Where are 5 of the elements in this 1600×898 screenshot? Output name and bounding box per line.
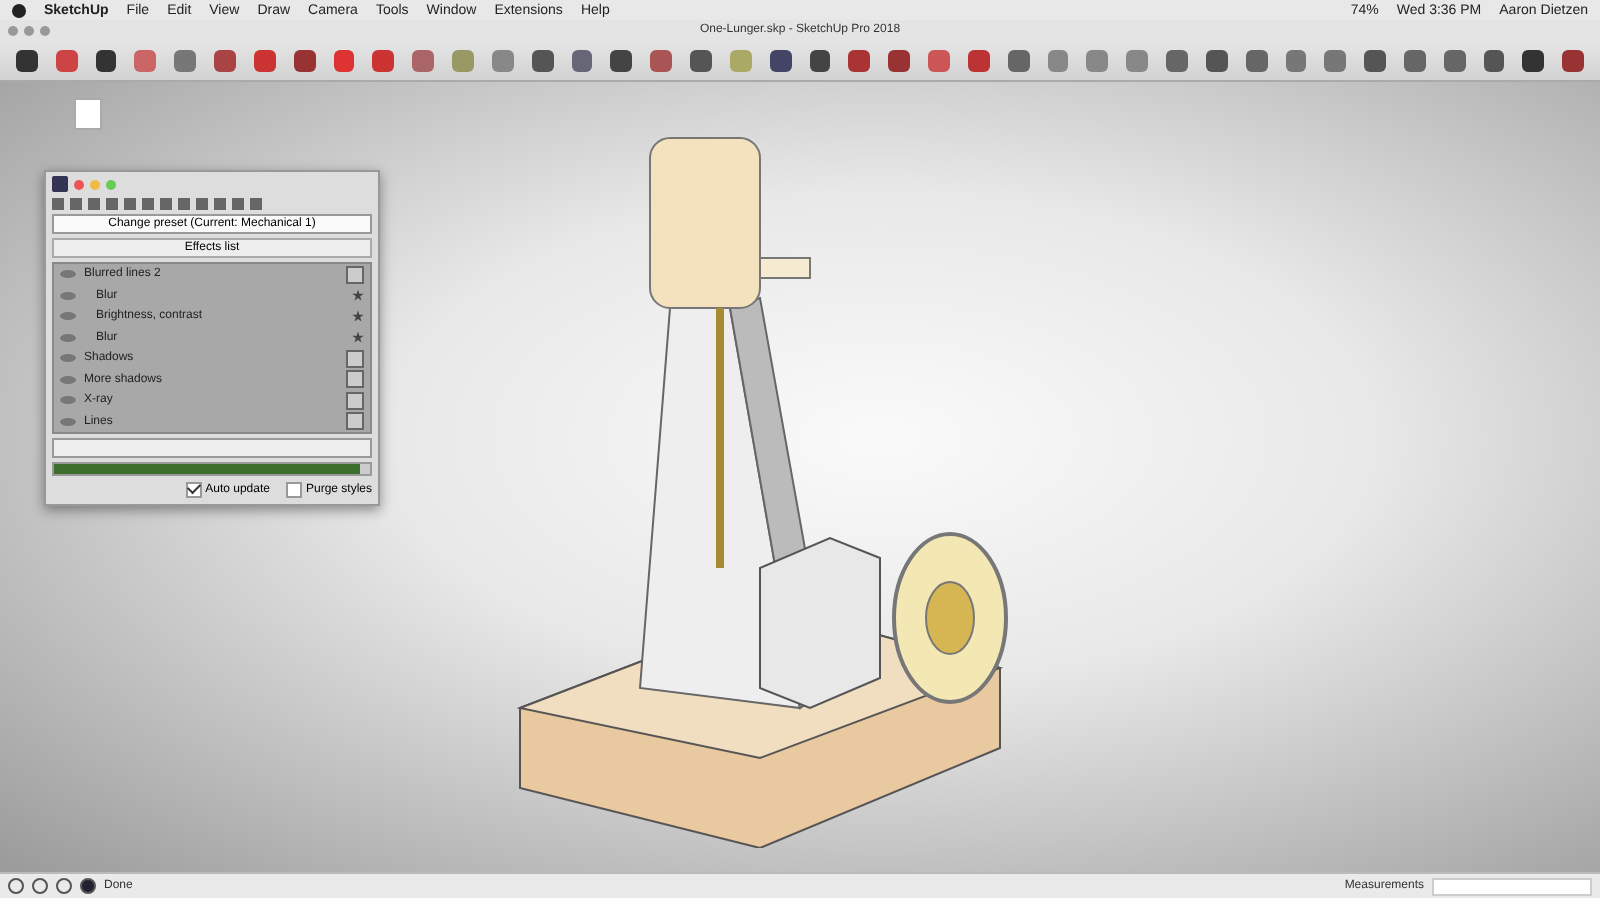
measurements-field[interactable] (1432, 877, 1592, 895)
checkbox[interactable] (185, 482, 202, 498)
document-icon[interactable] (74, 98, 102, 130)
checkbox[interactable] (285, 482, 302, 498)
close-icon[interactable] (74, 179, 84, 189)
